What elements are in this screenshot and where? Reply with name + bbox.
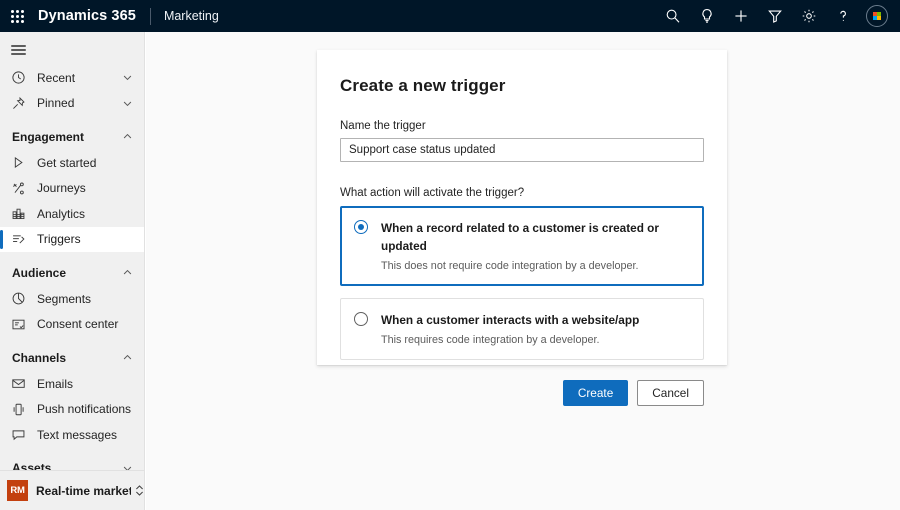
- main-content-area: Create a new trigger Name the trigger Wh…: [146, 32, 900, 510]
- area-switcher[interactable]: RM Real-time marketi...: [0, 470, 145, 510]
- chevron-updown-icon[interactable]: [134, 484, 145, 497]
- sidebar-item-label: Triggers: [37, 232, 81, 246]
- lightbulb-icon[interactable]: [690, 0, 724, 32]
- sidebar-item-emails[interactable]: Emails: [0, 371, 144, 397]
- page-title: Create a new trigger: [340, 76, 704, 96]
- sidebar-item-label: Get started: [37, 156, 96, 170]
- dialog-actions: Create Cancel: [340, 380, 704, 406]
- spacer: [0, 448, 144, 455]
- spacer: [0, 116, 144, 123]
- mail-icon: [11, 376, 29, 392]
- consent-icon: [11, 316, 29, 332]
- triggers-icon: [11, 231, 29, 247]
- sidebar-item-push-notifications[interactable]: Push notifications: [0, 397, 144, 423]
- sidebar-item-pinned[interactable]: Pinned: [0, 91, 144, 117]
- sidebar-item-text-messages[interactable]: Text messages: [0, 422, 144, 448]
- sidebar-section-audience[interactable]: Audience: [0, 259, 144, 286]
- trigger-name-input[interactable]: [340, 138, 704, 162]
- sidebar-item-label: Analytics: [37, 207, 85, 221]
- option-text: When a customer interacts with a website…: [381, 311, 639, 347]
- spacer: [0, 337, 144, 344]
- sidebar-item-journeys[interactable]: Journeys: [0, 176, 144, 202]
- action-question-label: What action will activate the trigger?: [340, 187, 704, 199]
- hamburger-menu-icon[interactable]: [0, 35, 144, 65]
- sidebar-item-segments[interactable]: Segments: [0, 286, 144, 312]
- chevron-down-icon[interactable]: [122, 72, 133, 83]
- sidebar-item-label: Segments: [37, 292, 91, 306]
- plus-icon[interactable]: [724, 0, 758, 32]
- sidebar-item-recent[interactable]: Recent: [0, 65, 144, 91]
- area-switcher-label: Real-time marketi...: [36, 484, 131, 498]
- sidebar: Recent Pinned Engagement Get started: [0, 32, 145, 510]
- segments-icon: [11, 291, 29, 307]
- mobile-icon: [11, 401, 29, 417]
- top-bar-actions: [656, 0, 900, 32]
- sidebar-section-label: Audience: [12, 266, 66, 280]
- name-field-label: Name the trigger: [340, 120, 704, 132]
- chevron-down-icon[interactable]: [122, 98, 133, 109]
- chat-icon: [11, 427, 29, 443]
- trigger-option-website-interaction[interactable]: When a customer interacts with a website…: [340, 298, 704, 360]
- radio-icon[interactable]: [354, 312, 368, 326]
- chevron-up-icon[interactable]: [122, 352, 133, 363]
- sidebar-item-analytics[interactable]: Analytics: [0, 201, 144, 227]
- app-launcher-icon[interactable]: [0, 0, 34, 32]
- journeys-icon: [11, 180, 29, 196]
- chevron-up-icon[interactable]: [122, 267, 133, 278]
- option-title: When a customer interacts with a website…: [381, 313, 639, 327]
- option-subtitle: This does not require code integration b…: [381, 259, 689, 273]
- pin-icon: [11, 95, 29, 111]
- gear-icon[interactable]: [792, 0, 826, 32]
- cancel-button[interactable]: Cancel: [637, 380, 704, 406]
- radio-icon[interactable]: [354, 220, 368, 234]
- trigger-option-record-updated[interactable]: When a record related to a customer is c…: [340, 206, 704, 286]
- sidebar-item-label: Recent: [37, 71, 75, 85]
- play-icon: [11, 155, 29, 171]
- sidebar-section-label: Engagement: [12, 130, 84, 144]
- spacer: [0, 252, 144, 259]
- create-button[interactable]: Create: [563, 380, 628, 406]
- create-trigger-panel: Create a new trigger Name the trigger Wh…: [317, 50, 727, 365]
- sidebar-item-label: Pinned: [37, 96, 74, 110]
- filter-icon[interactable]: [758, 0, 792, 32]
- option-subtitle: This requires code integration by a deve…: [381, 333, 639, 347]
- sidebar-item-label: Journeys: [37, 181, 86, 195]
- sidebar-item-label: Push notifications: [37, 402, 131, 416]
- option-text: When a record related to a customer is c…: [381, 219, 689, 273]
- search-icon[interactable]: [656, 0, 690, 32]
- avatar[interactable]: [860, 0, 894, 32]
- top-navigation-bar: Dynamics 365 Marketing: [0, 0, 900, 32]
- sidebar-section-channels[interactable]: Channels: [0, 344, 144, 371]
- question-icon[interactable]: [826, 0, 860, 32]
- sidebar-section-label: Channels: [12, 351, 66, 365]
- sidebar-section-engagement[interactable]: Engagement: [0, 123, 144, 150]
- brand-title[interactable]: Dynamics 365: [38, 8, 136, 24]
- area-badge: RM: [7, 480, 28, 501]
- brand-divider: [150, 8, 151, 25]
- sidebar-item-label: Text messages: [37, 428, 117, 442]
- chevron-up-icon[interactable]: [122, 131, 133, 142]
- option-title: When a record related to a customer is c…: [381, 221, 659, 253]
- analytics-icon: [11, 206, 29, 222]
- clock-icon: [11, 70, 29, 86]
- microsoft-logo-icon: [873, 12, 881, 20]
- sidebar-item-get-started[interactable]: Get started: [0, 150, 144, 176]
- sidebar-item-label: Consent center: [37, 317, 118, 331]
- sidebar-item-consent-center[interactable]: Consent center: [0, 312, 144, 338]
- sidebar-item-label: Emails: [37, 377, 73, 391]
- sidebar-item-triggers[interactable]: Triggers: [0, 227, 144, 253]
- app-name-label[interactable]: Marketing: [164, 9, 219, 23]
